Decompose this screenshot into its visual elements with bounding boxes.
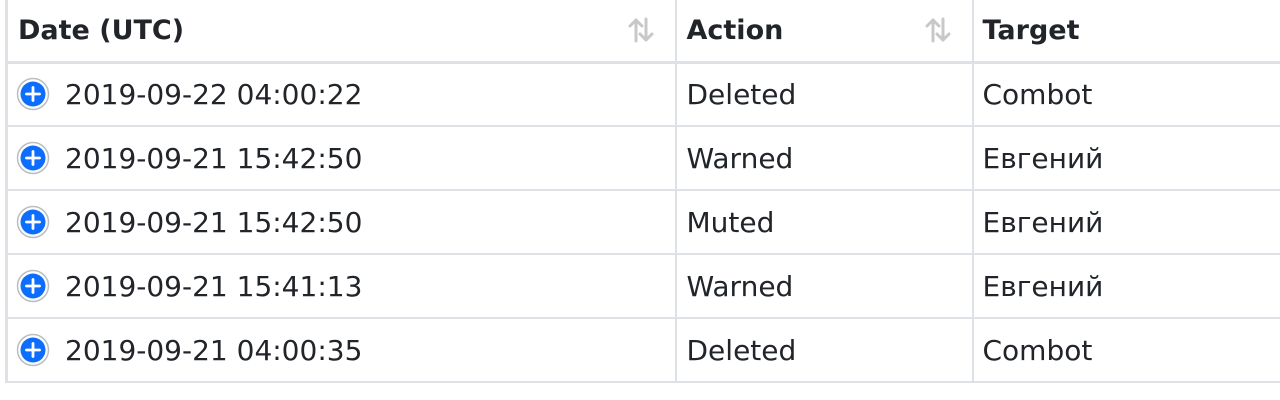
cell-target: Евгений [971,125,1280,191]
date-text: 2019-09-21 15:42:50 [65,141,363,175]
column-header-action[interactable]: Action [674,0,974,64]
cell-action: Deleted [674,317,974,383]
table-header-row: Date (UTC) Action Target [5,0,1280,64]
column-header-label: Action [686,14,784,46]
cell-action: Warned [674,253,974,319]
cell-date: 2019-09-21 04:00:35 [5,317,677,383]
column-header-target[interactable]: Target [971,0,1280,64]
cell-target: Евгений [971,189,1280,255]
plus-circle-icon[interactable] [16,205,50,239]
plus-circle-icon[interactable] [16,141,50,175]
column-header-label: Target [982,14,1080,46]
sort-icon[interactable] [922,16,954,44]
date-text: 2019-09-21 15:42:50 [65,205,363,239]
cell-target: Combot [971,61,1280,127]
plus-circle-icon[interactable] [16,77,50,111]
column-header-label: Date (UTC) [18,14,185,46]
table-row[interactable]: 2019-09-22 04:00:22 Deleted Combot [5,61,1280,127]
table-row[interactable]: 2019-09-21 15:42:50 Warned Евгений [5,125,1280,191]
plus-circle-icon[interactable] [16,333,50,367]
table-row[interactable]: 2019-09-21 15:41:13 Warned Евгений [5,253,1280,319]
cell-target: Евгений [971,253,1280,319]
date-text: 2019-09-22 04:00:22 [65,77,363,111]
cell-action: Warned [674,125,974,191]
cell-date: 2019-09-22 04:00:22 [5,61,677,127]
table-row[interactable]: 2019-09-21 04:00:35 Deleted Combot [5,317,1280,383]
cell-date: 2019-09-21 15:42:50 [5,125,677,191]
cell-action: Muted [674,189,974,255]
cell-action: Deleted [674,61,974,127]
log-table: Date (UTC) Action Target 2019-09-22 04:0… [5,0,1280,383]
sort-icon[interactable] [625,16,657,44]
date-text: 2019-09-21 15:41:13 [65,269,363,303]
cell-target: Combot [971,317,1280,383]
table-row[interactable]: 2019-09-21 15:42:50 Muted Евгений [5,189,1280,255]
cell-date: 2019-09-21 15:42:50 [5,189,677,255]
date-text: 2019-09-21 04:00:35 [65,333,363,367]
cell-date: 2019-09-21 15:41:13 [5,253,677,319]
column-header-date[interactable]: Date (UTC) [5,0,677,64]
plus-circle-icon[interactable] [16,269,50,303]
